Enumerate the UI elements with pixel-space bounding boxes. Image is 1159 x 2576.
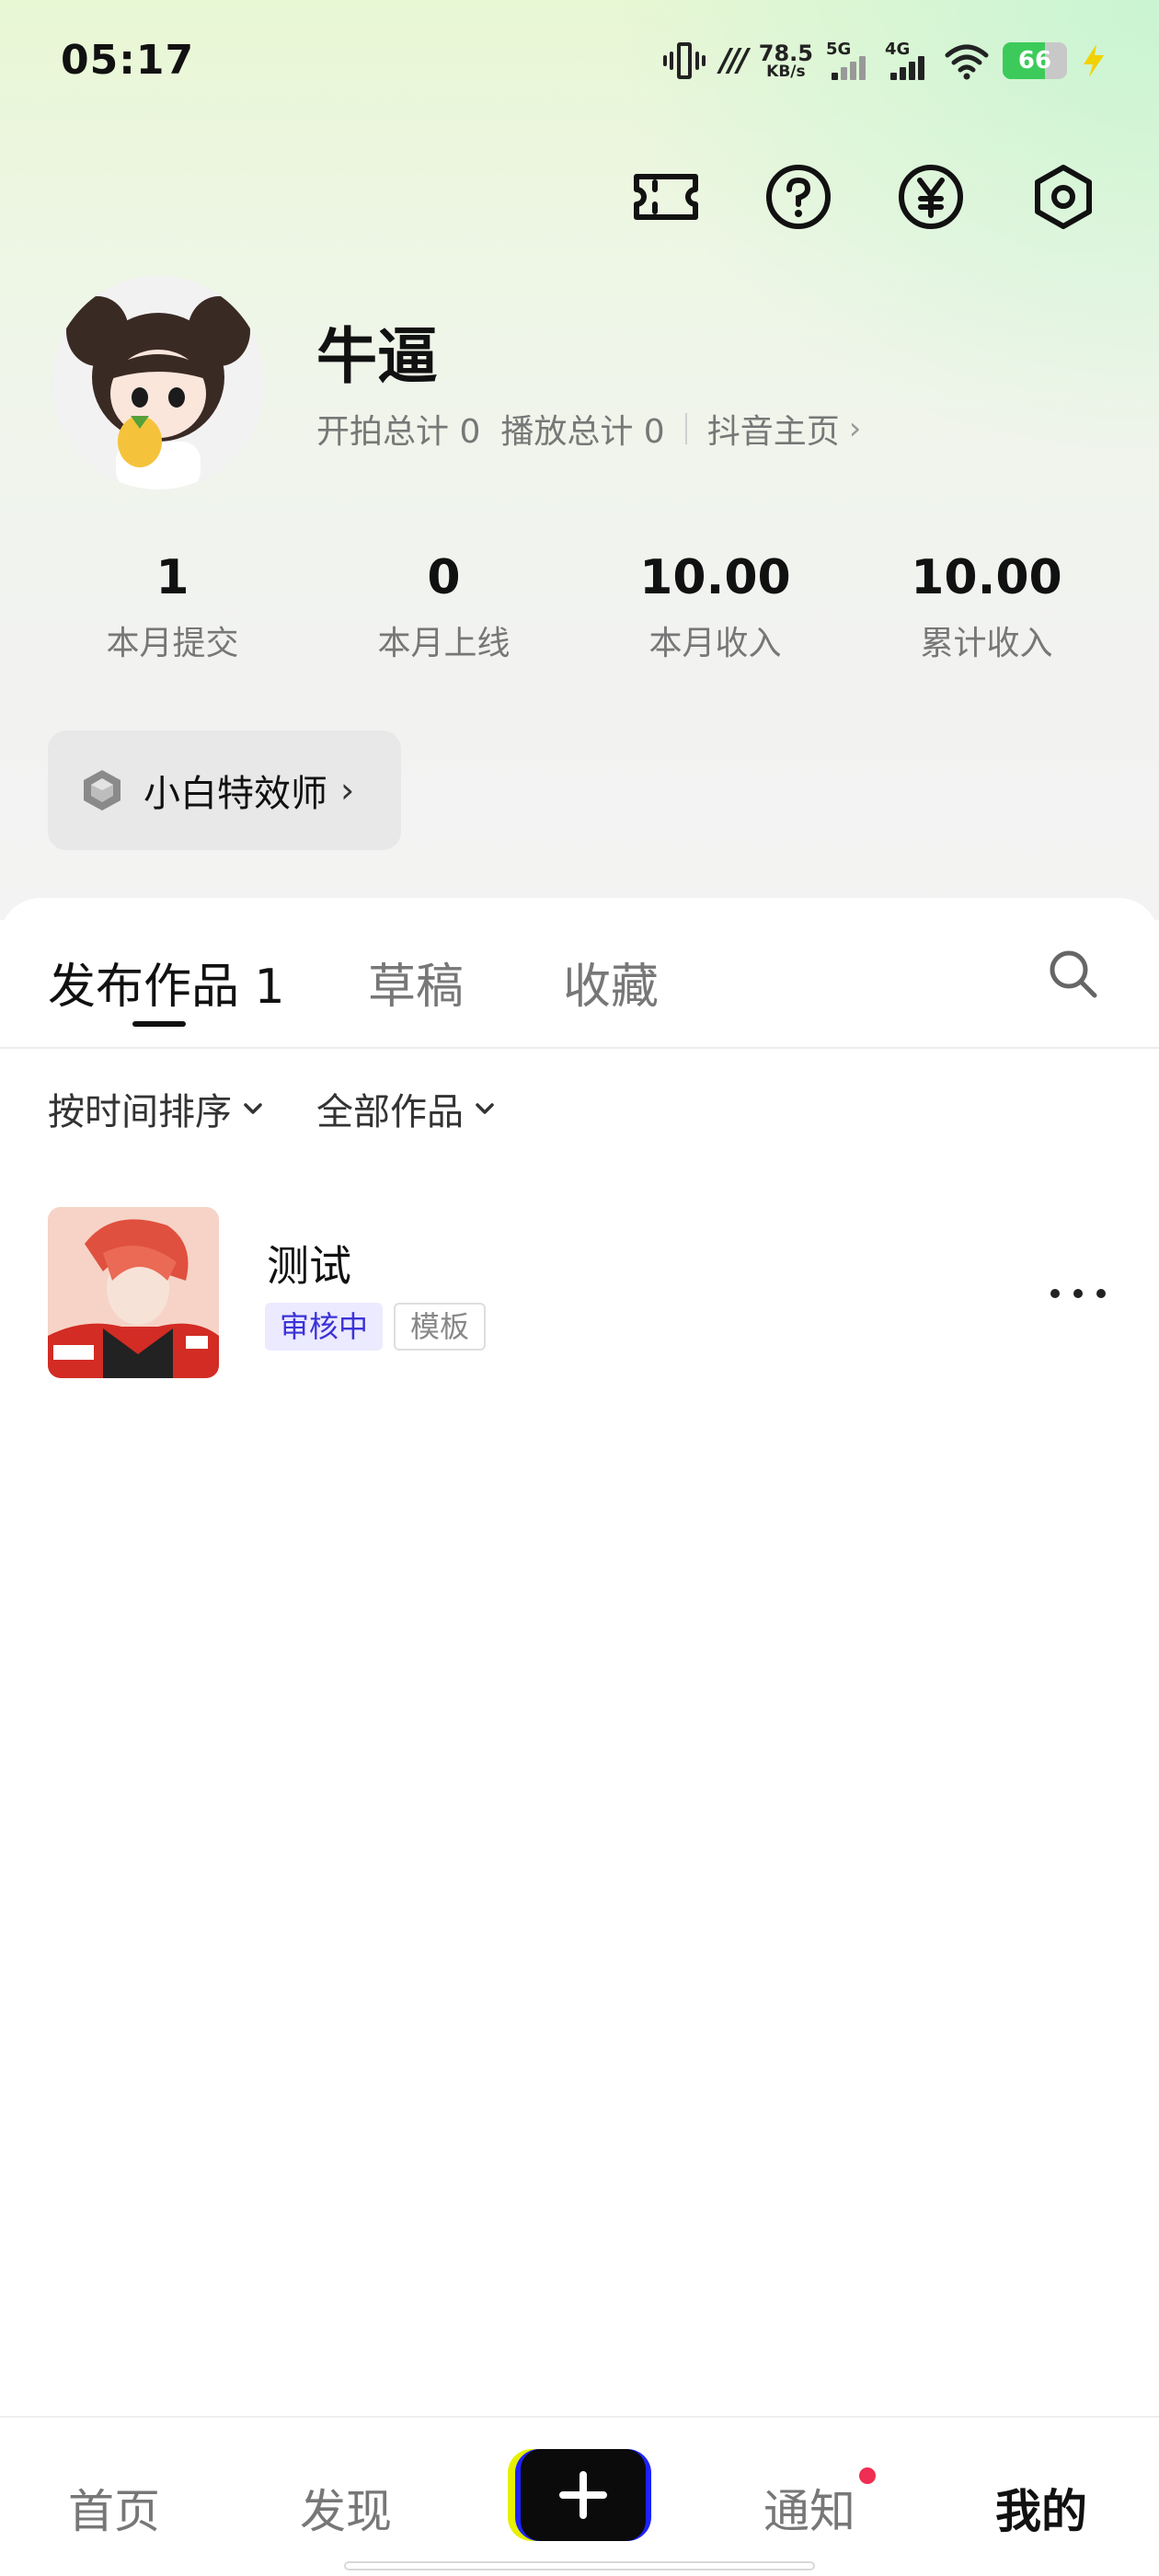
tab-favorites[interactable]: 收藏 — [563, 948, 659, 1017]
all-works-dropdown[interactable]: 全部作品 — [316, 1082, 497, 1135]
shoot-total: 开拍总计 0 — [316, 413, 481, 451]
template-type-badge: 模板 — [394, 1303, 487, 1351]
battery-level: 66 — [1017, 47, 1052, 75]
chevron-down-icon — [244, 1103, 262, 1114]
sort-by-time-dropdown[interactable]: 按时间排序 — [48, 1082, 265, 1135]
nav-me[interactable]: 我的 — [995, 2475, 1087, 2541]
vibrate-icon — [661, 40, 707, 81]
filters: 按时间排序 全部作品 — [48, 1082, 497, 1135]
top-actions — [627, 158, 1102, 236]
hd-voice-icon: /// — [719, 42, 749, 79]
profile-meta: 开拍总计 0 播放总计 0 抖音主页 › — [316, 405, 861, 453]
chevron-right-icon: › — [340, 770, 355, 811]
review-status-badge: 审核中 — [265, 1303, 384, 1351]
stat-label: 本月提交 — [106, 625, 239, 662]
work-title: 测试 — [267, 1241, 351, 1291]
active-tab-indicator — [132, 1021, 186, 1027]
creator-level-label: 小白特效师 — [143, 773, 327, 815]
ticket-icon[interactable] — [627, 158, 705, 236]
stat-value: 10.00 — [911, 550, 1062, 605]
profile-name: 牛逼 — [316, 321, 438, 392]
avatar[interactable] — [52, 276, 265, 489]
network-speed: 78.5 KB/s — [759, 42, 813, 80]
signal-4g-icon: 4G — [885, 40, 931, 82]
stat-value: 0 — [427, 550, 461, 605]
help-icon[interactable] — [760, 158, 837, 236]
stat-monthly-submitted: 1 本月提交 — [37, 545, 308, 664]
play-total: 播放总计 0 — [500, 413, 665, 451]
yuan-icon[interactable] — [892, 158, 970, 236]
chevron-right-icon: › — [848, 410, 862, 447]
status-time: 05:17 — [61, 37, 195, 84]
signal-5g-icon: 5G — [826, 40, 872, 82]
douyin-homepage-link[interactable]: 抖音主页 — [707, 405, 840, 453]
stat-label: 累计收入 — [920, 625, 1053, 662]
stat-value: 1 — [155, 550, 189, 605]
charging-icon — [1084, 44, 1104, 77]
battery-icon: 66 — [1003, 42, 1067, 79]
filter-label: 全部作品 — [316, 1091, 464, 1133]
tab-published[interactable]: 发布作品 1 — [48, 948, 285, 1017]
plus-icon — [559, 2471, 607, 2519]
work-item[interactable]: 测试 审核中 模板 — [48, 1207, 1111, 1378]
nav-notifications[interactable]: 通知 — [763, 2475, 855, 2541]
status-bar: 05:17 /// 78.5 KB/s 5G 4G 66 — [0, 0, 1159, 129]
stat-value: 10.00 — [639, 550, 791, 605]
network-speed-value: 78.5 — [758, 40, 813, 66]
meta-divider — [684, 413, 687, 444]
notification-dot — [859, 2467, 876, 2484]
create-button[interactable] — [508, 2449, 651, 2541]
stat-label: 本月上线 — [377, 625, 511, 662]
settings-icon[interactable] — [1025, 158, 1102, 236]
search-icon[interactable] — [1045, 946, 1100, 1001]
stat-monthly-online: 0 本月上线 — [308, 545, 580, 664]
home-indicator[interactable] — [344, 2561, 815, 2570]
tab-drafts[interactable]: 草稿 — [368, 948, 464, 1017]
works-panel: 发布作品 1 草稿 收藏 按时间排序 全部作品 测试 审核中 模板 — [0, 898, 1159, 2416]
works-tabs: 发布作品 1 草稿 收藏 — [0, 898, 1159, 1049]
status-indicators: /// 78.5 KB/s 5G 4G 66 — [661, 35, 1107, 86]
wifi-icon — [945, 44, 989, 80]
more-options-icon[interactable] — [1050, 1275, 1106, 1312]
bottom-nav: 首页 发现 通知 我的 — [0, 2416, 1159, 2576]
stats-row: 1 本月提交 0 本月上线 10.00 本月收入 10.00 累计收入 — [37, 545, 1122, 664]
stat-label: 本月收入 — [648, 625, 782, 662]
stat-monthly-income[interactable]: 10.00 本月收入 — [580, 545, 851, 664]
gem-icon — [84, 770, 120, 811]
nav-discover[interactable]: 发现 — [300, 2475, 392, 2541]
chevron-down-icon — [476, 1103, 494, 1114]
stat-total-income[interactable]: 10.00 累计收入 — [851, 545, 1122, 664]
nav-home[interactable]: 首页 — [68, 2475, 160, 2541]
filter-label: 按时间排序 — [48, 1091, 232, 1133]
work-thumbnail[interactable] — [48, 1207, 219, 1378]
creator-level-badge[interactable]: 小白特效师 › — [48, 730, 401, 850]
network-speed-unit: KB/s — [766, 62, 806, 81]
